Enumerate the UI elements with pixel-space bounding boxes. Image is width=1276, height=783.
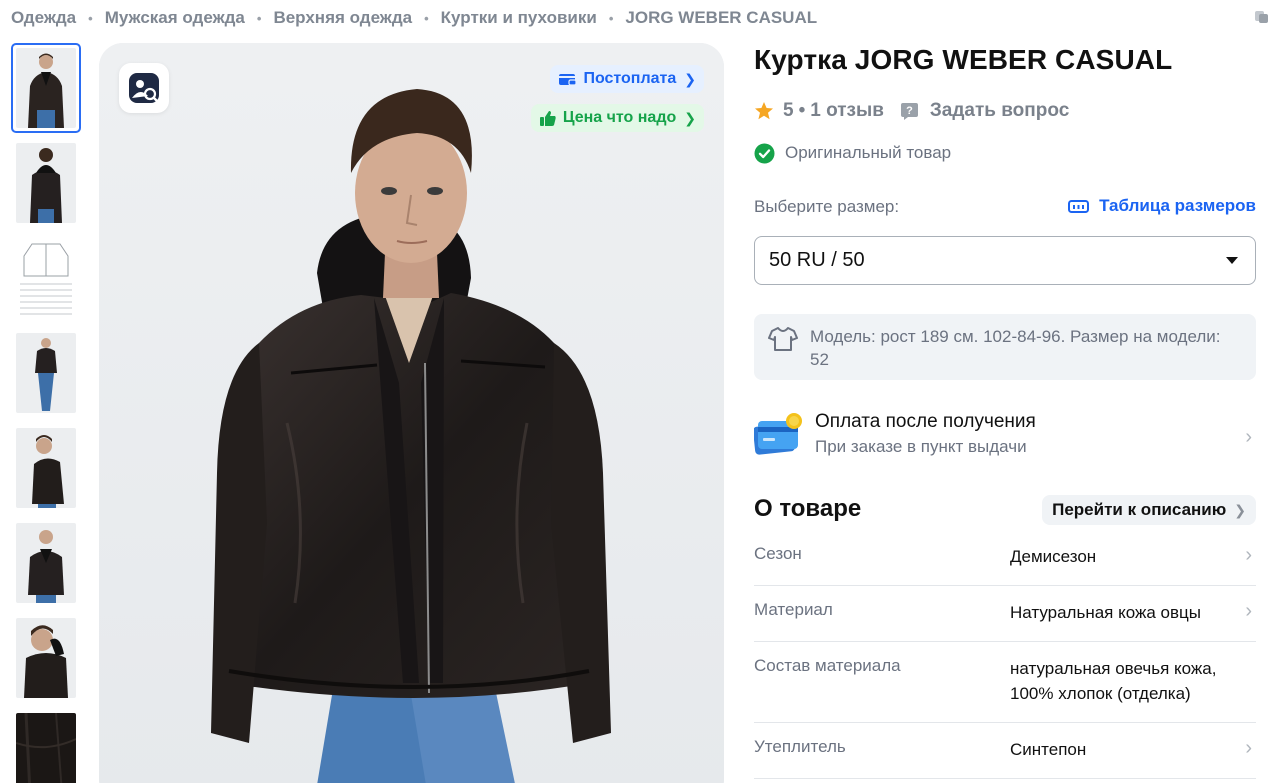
breadcrumb-separator: •: [88, 10, 93, 26]
image-search-button[interactable]: [119, 63, 169, 113]
chevron-right-icon: ›: [1245, 737, 1252, 759]
breadcrumb-item-outerwear[interactable]: Верхняя одежда: [273, 8, 412, 28]
breadcrumb-item-mens-clothing[interactable]: Мужская одежда: [105, 8, 245, 28]
thumbnail-image: [16, 618, 76, 698]
thumbnail-1[interactable]: [11, 43, 81, 133]
shirt-icon: [768, 327, 798, 351]
thumbnail-image: [16, 428, 76, 508]
model-info: Модель: рост 189 см. 102-84-96. Размер н…: [754, 314, 1256, 380]
rating-value: 5: [783, 100, 794, 121]
thumbnail-3[interactable]: [16, 238, 76, 318]
reviews-link[interactable]: 1 отзыв: [810, 100, 884, 122]
ask-question-button[interactable]: ? Задать вопрос: [900, 100, 1069, 122]
ask-question-label: Задать вопрос: [929, 100, 1070, 121]
thumbnail-image: [16, 523, 76, 603]
good-price-badge[interactable]: Цена что надо ❯: [530, 104, 704, 132]
product-photo: [99, 43, 724, 783]
spec-row-composition[interactable]: Состав материала натуральная овечья кожа…: [754, 644, 1256, 723]
chevron-right-icon: ❯: [684, 109, 696, 126]
about-title: О товаре: [754, 495, 862, 522]
thumbnail-image: [16, 143, 76, 223]
payment-after-receipt[interactable]: Оплата после получения При заказе в пунк…: [754, 408, 1256, 462]
spec-key: Материал: [754, 600, 833, 619]
spec-key: Состав материала: [754, 656, 901, 675]
thumbnail-2[interactable]: [16, 143, 76, 223]
spec-value: Натуральная кожа овцы: [1010, 603, 1201, 622]
main-product-image[interactable]: Постоплата ❯ Цена что надо ❯: [99, 43, 724, 783]
chevron-right-icon: ❯: [1234, 501, 1246, 518]
breadcrumb-item-clothing[interactable]: Одежда: [11, 8, 76, 28]
star-icon: [755, 102, 773, 120]
spec-row-season[interactable]: Сезон Демисезон ›: [754, 532, 1256, 586]
thumbnail-7[interactable]: [16, 618, 76, 698]
postpay-badge[interactable]: Постоплата ❯: [550, 65, 704, 93]
breadcrumb-separator: •: [608, 10, 614, 26]
rating-row: 5 • 1 отзыв ? Задать вопрос: [754, 97, 1069, 125]
thumbnail-5[interactable]: [16, 428, 76, 508]
ruler-icon: [1068, 199, 1090, 213]
spec-value: натуральная овечья кожа, 100% хлопок (от…: [1010, 659, 1217, 703]
svg-text:?: ?: [906, 105, 913, 117]
original-product-badge: Оригинальный товар: [754, 141, 951, 165]
breadcrumb-separator: •: [424, 10, 429, 26]
check-circle-icon: [754, 143, 775, 163]
spec-value: Синтепон: [1010, 740, 1087, 759]
caret-down-icon: [1226, 257, 1238, 264]
spec-key: Сезон: [754, 544, 802, 563]
payment-cards-icon: [754, 413, 802, 455]
chevron-right-icon: ›: [1245, 426, 1252, 448]
spec-row-material[interactable]: Материал Натуральная кожа овцы ›: [754, 588, 1256, 642]
breadcrumb-item-jackets[interactable]: Куртки и пуховики: [441, 8, 597, 28]
size-table-label: Таблица размеров: [1099, 196, 1256, 215]
go-to-description-label: Перейти к описанию: [1052, 500, 1227, 519]
spec-row-insulation[interactable]: Утеплитель Синтепон ›: [754, 725, 1256, 779]
breadcrumb: Одежда • Мужская одежда • Верхняя одежда…: [11, 7, 817, 29]
payment-title: Оплата после получения: [815, 411, 1036, 432]
copy-icon[interactable]: [1254, 8, 1270, 24]
size-label: Выберите размер:: [754, 197, 900, 216]
rating-separator: •: [798, 100, 806, 121]
size-select[interactable]: 50 RU / 50: [754, 236, 1256, 285]
thumbnail-image: [16, 333, 76, 413]
model-info-text: Модель: рост 189 см. 102-84-96. Размер н…: [810, 327, 1221, 369]
chevron-right-icon: ❯: [684, 70, 696, 87]
product-title: Куртка JORG WEBER CASUAL: [754, 44, 1173, 75]
question-icon: ?: [900, 102, 918, 120]
size-selected-value: 50 RU / 50: [769, 249, 865, 271]
chevron-right-icon: ›: [1245, 600, 1252, 622]
good-price-label: Цена что надо: [562, 109, 677, 126]
thumbnail-image: [16, 238, 76, 318]
original-label: Оригинальный товар: [785, 143, 952, 162]
postpay-label: Постоплата: [583, 70, 677, 87]
thumbnail-6[interactable]: [16, 523, 76, 603]
image-search-icon: [129, 73, 159, 103]
payment-subtitle: При заказе в пункт выдачи: [815, 437, 1027, 456]
spec-key: Утеплитель: [754, 737, 846, 756]
go-to-description-button[interactable]: Перейти к описанию ❯: [1042, 495, 1256, 525]
spec-value: Демисезон: [1010, 547, 1097, 566]
breadcrumb-separator: •: [256, 10, 262, 26]
thumbs-up-icon: [539, 110, 556, 126]
wallet-icon: [559, 73, 577, 86]
thumbnail-image: [16, 713, 76, 783]
thumbnail-4[interactable]: [16, 333, 76, 413]
thumbnail-image: [16, 48, 76, 128]
size-table-link[interactable]: Таблица размеров: [1068, 196, 1256, 216]
chevron-right-icon: ›: [1245, 544, 1252, 566]
thumbnail-8[interactable]: [16, 713, 76, 783]
breadcrumb-item-brand[interactable]: JORG WEBER CASUAL: [625, 8, 817, 28]
